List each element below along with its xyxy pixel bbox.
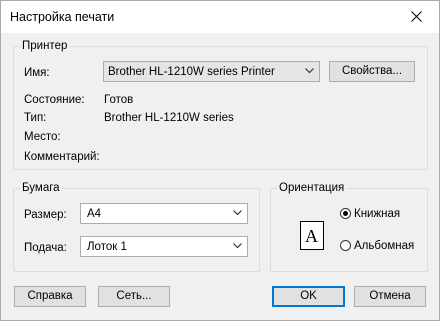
paper-group-legend: Бумага bbox=[20, 181, 62, 195]
type-value: Brother HL-1210W series bbox=[104, 112, 234, 124]
ok-button[interactable]: OK bbox=[272, 286, 345, 307]
paper-size-value: A4 bbox=[87, 208, 102, 220]
help-button[interactable]: Справка bbox=[14, 286, 86, 307]
landscape-radio[interactable] bbox=[340, 240, 351, 251]
status-value: Готов bbox=[104, 94, 134, 106]
paper-source-label: Подача: bbox=[24, 242, 67, 254]
comment-label: Комментарий: bbox=[24, 151, 100, 163]
window-title: Настройка печати bbox=[10, 10, 115, 24]
chevron-down-icon bbox=[233, 210, 242, 216]
status-label: Состояние: bbox=[24, 94, 85, 106]
paper-source-select[interactable]: Лоток 1 bbox=[80, 236, 248, 257]
printer-group-legend: Принтер bbox=[20, 39, 70, 53]
portrait-label[interactable]: Книжная bbox=[354, 207, 400, 221]
network-button[interactable]: Сеть... bbox=[98, 286, 170, 307]
cancel-button[interactable]: Отмена bbox=[354, 286, 426, 307]
portrait-page-icon: A bbox=[300, 221, 324, 250]
landscape-label[interactable]: Альбомная bbox=[354, 239, 414, 253]
type-label: Тип: bbox=[24, 112, 47, 124]
orientation-group: Ориентация A Книжная Альбомная bbox=[270, 181, 428, 272]
page-preview-letter: A bbox=[305, 226, 318, 246]
paper-size-select[interactable]: A4 bbox=[80, 203, 248, 224]
chevron-down-icon bbox=[233, 243, 242, 249]
printer-group: Принтер Имя: Brother HL-1210W series Pri… bbox=[13, 39, 428, 170]
close-icon bbox=[411, 11, 422, 22]
portrait-radio[interactable] bbox=[340, 208, 351, 219]
where-label: Место: bbox=[24, 131, 61, 143]
paper-size-label: Размер: bbox=[24, 209, 67, 221]
radio-selected-dot bbox=[343, 211, 348, 216]
orientation-group-legend: Ориентация bbox=[277, 181, 347, 195]
printer-name-value: Brother HL-1210W series Printer bbox=[108, 66, 275, 78]
printer-name-label: Имя: bbox=[24, 67, 50, 79]
paper-group: Бумага Размер: A4 Подача: Лоток 1 bbox=[13, 181, 260, 272]
title-bar: Настройка печати bbox=[1, 1, 439, 33]
paper-source-value: Лоток 1 bbox=[87, 241, 127, 253]
chevron-down-icon bbox=[305, 68, 314, 74]
print-setup-dialog: Настройка печати Принтер Имя: Brother HL… bbox=[0, 0, 440, 321]
close-button[interactable] bbox=[395, 1, 439, 33]
printer-name-select[interactable]: Brother HL-1210W series Printer bbox=[103, 61, 320, 82]
properties-button[interactable]: Свойства... bbox=[329, 61, 415, 82]
